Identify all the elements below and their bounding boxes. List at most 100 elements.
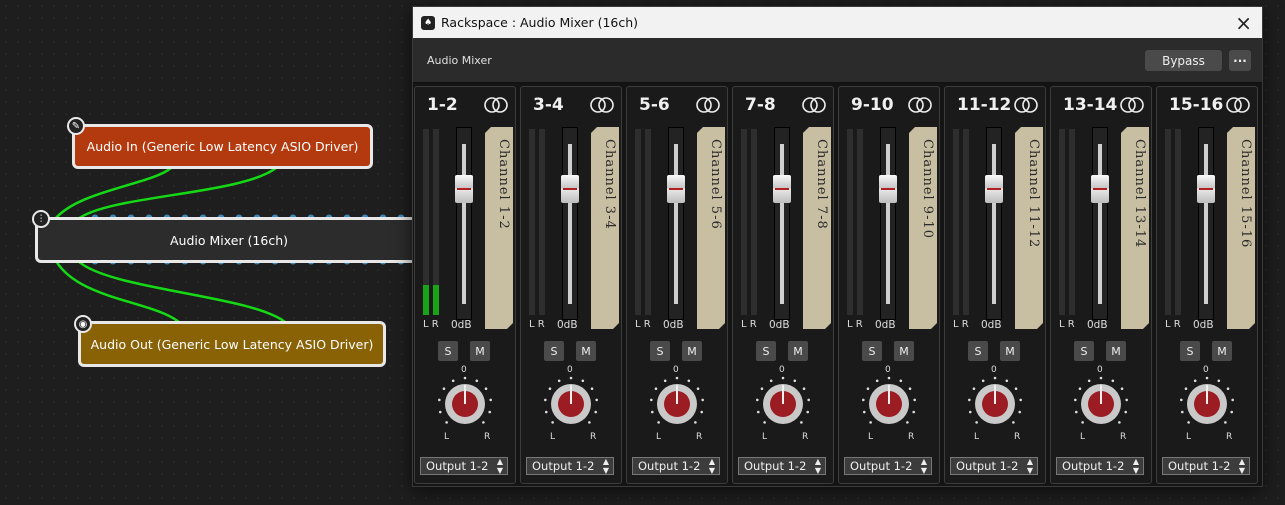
- stereo-link-icon[interactable]: [908, 96, 932, 114]
- fader-cap[interactable]: [879, 175, 897, 203]
- output-select[interactable]: Output 1-2 ▲ ▼: [738, 457, 826, 475]
- stereo-link-icon[interactable]: [484, 96, 508, 114]
- fader-rail: [780, 144, 784, 304]
- output-select-value: Output 1-2: [1062, 459, 1125, 473]
- strip-name: 9-10: [851, 95, 894, 115]
- volume-fader[interactable]: [667, 127, 685, 320]
- output-select[interactable]: Output 1-2 ▲ ▼: [844, 457, 932, 475]
- mute-button[interactable]: M: [894, 341, 914, 361]
- volume-fader[interactable]: [985, 127, 1003, 320]
- strip-name: 7-8: [745, 95, 776, 115]
- pan-right-label: R: [484, 432, 491, 442]
- stereo-link-icon[interactable]: [802, 96, 826, 114]
- fader-cap[interactable]: [1197, 175, 1215, 203]
- output-select[interactable]: Output 1-2 ▲ ▼: [632, 457, 720, 475]
- output-select[interactable]: Output 1-2 ▲ ▼: [1056, 457, 1144, 475]
- solo-button[interactable]: S: [862, 341, 882, 361]
- fader-cap[interactable]: [561, 175, 579, 203]
- audio-out-label: Audio Out (Generic Low Latency ASIO Driv…: [90, 336, 374, 352]
- solo-button[interactable]: S: [650, 341, 670, 361]
- output-select[interactable]: Output 1-2 ▲ ▼: [526, 457, 614, 475]
- close-icon[interactable]: ×: [1235, 11, 1252, 35]
- pan-knob[interactable]: [435, 374, 495, 434]
- meter-right: [539, 129, 545, 315]
- stereo-link-icon[interactable]: [1226, 96, 1250, 114]
- wire-out-left[interactable]: [54, 260, 180, 323]
- wire-out-right[interactable]: [77, 260, 286, 323]
- output-select-value: Output 1-2: [532, 459, 595, 473]
- pan-knob[interactable]: [859, 374, 919, 434]
- title-bar[interactable]: ♠ Rackspace : Audio Mixer (16ch) ×: [413, 7, 1262, 38]
- pan-knob[interactable]: [753, 374, 813, 434]
- solo-button[interactable]: S: [544, 341, 564, 361]
- stereo-link-icon[interactable]: [1014, 96, 1038, 114]
- fader-rail: [674, 144, 678, 304]
- mute-button[interactable]: M: [576, 341, 596, 361]
- app-icon: ♠: [421, 15, 435, 30]
- fader-cap[interactable]: [773, 175, 791, 203]
- audio-mixer-block[interactable]: Audio Mixer (16ch): [35, 217, 420, 263]
- mute-button[interactable]: M: [1212, 341, 1232, 361]
- output-select-value: Output 1-2: [744, 459, 807, 473]
- pan-knob[interactable]: [1071, 374, 1131, 434]
- select-arrows-icon: ▲ ▼: [708, 457, 715, 475]
- meter-left: [423, 129, 429, 315]
- solo-button[interactable]: S: [1074, 341, 1094, 361]
- lr-label: L R: [953, 319, 969, 330]
- mute-button[interactable]: M: [470, 341, 490, 361]
- mute-button[interactable]: M: [1000, 341, 1020, 361]
- fader-cap[interactable]: [455, 175, 473, 203]
- solo-button[interactable]: S: [438, 341, 458, 361]
- volume-fader[interactable]: [561, 127, 579, 320]
- wire-in-right[interactable]: [77, 166, 277, 221]
- meter-left: [741, 129, 747, 315]
- audio-out-block[interactable]: Audio Out (Generic Low Latency ASIO Driv…: [78, 321, 386, 367]
- fader-cap[interactable]: [985, 175, 1003, 203]
- volume-fader[interactable]: [773, 127, 791, 320]
- channel-label: Channel 1-2: [496, 139, 511, 230]
- strip-name: 3-4: [533, 95, 564, 115]
- output-select[interactable]: Output 1-2 ▲ ▼: [420, 457, 508, 475]
- pan-left-label: L: [762, 432, 768, 442]
- output-select-value: Output 1-2: [426, 459, 489, 473]
- mute-button[interactable]: M: [682, 341, 702, 361]
- stereo-link-icon[interactable]: [696, 96, 720, 114]
- meter-right-level: [433, 285, 439, 315]
- volume-fader[interactable]: [1197, 127, 1215, 320]
- pan-knob[interactable]: [541, 374, 601, 434]
- output-select[interactable]: Output 1-2 ▲ ▼: [1162, 457, 1250, 475]
- pan-knob[interactable]: [1177, 374, 1237, 434]
- pan-right-label: R: [696, 432, 703, 442]
- output-select[interactable]: Output 1-2 ▲ ▼: [950, 457, 1038, 475]
- volume-fader[interactable]: [879, 127, 897, 320]
- rackspace-window: ♠ Rackspace : Audio Mixer (16ch) × Audio…: [412, 6, 1263, 487]
- output-select-value: Output 1-2: [956, 459, 1019, 473]
- fader-cap[interactable]: [667, 175, 685, 203]
- stereo-link-icon[interactable]: [590, 96, 614, 114]
- select-arrows-icon: ▲ ▼: [1132, 457, 1139, 475]
- fader-rail: [1204, 144, 1208, 304]
- audio-in-block[interactable]: Audio In (Generic Low Latency ASIO Drive…: [72, 124, 373, 169]
- lr-label: L R: [529, 319, 545, 330]
- bypass-button[interactable]: Bypass: [1145, 50, 1222, 71]
- more-options-button[interactable]: ···: [1229, 50, 1251, 71]
- volume-fader[interactable]: [1091, 127, 1109, 320]
- db-readout: 0dB: [451, 319, 472, 331]
- channel-strip-5-6: 5-6 Channel 5-6 L R 0dB S M 0 L R Output…: [626, 86, 728, 484]
- strip-name: 1-2: [427, 95, 458, 115]
- channel-label: Channel 9-10: [920, 139, 935, 240]
- mute-button[interactable]: M: [1106, 341, 1126, 361]
- mute-button[interactable]: M: [788, 341, 808, 361]
- wire-in-left[interactable]: [54, 167, 172, 220]
- pan-knob[interactable]: [647, 374, 707, 434]
- solo-button[interactable]: S: [1180, 341, 1200, 361]
- pan-knob[interactable]: [965, 374, 1025, 434]
- stereo-link-icon[interactable]: [1120, 96, 1144, 114]
- pan-left-label: L: [1186, 432, 1192, 442]
- solo-button[interactable]: S: [756, 341, 776, 361]
- solo-button[interactable]: S: [968, 341, 988, 361]
- volume-fader[interactable]: [455, 127, 473, 320]
- fader-cap[interactable]: [1091, 175, 1109, 203]
- db-readout: 0dB: [769, 319, 790, 331]
- channel-label: Channel 5-6: [708, 139, 723, 230]
